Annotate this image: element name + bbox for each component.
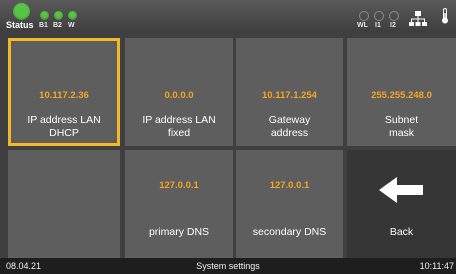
gateway-address-tile[interactable]: 10.117.1.254 Gateway address bbox=[236, 38, 343, 146]
gateway-address-label: Gateway address bbox=[268, 114, 311, 139]
w-label: W bbox=[68, 22, 75, 29]
screen-title: System settings bbox=[196, 261, 260, 271]
ip-lan-dhcp-value: 10.117.2.36 bbox=[39, 90, 89, 101]
secondary-dns-value: 127.0.0.1 bbox=[269, 180, 310, 191]
i1-label: I1 bbox=[375, 22, 381, 29]
empty-tile bbox=[8, 150, 120, 258]
ip-lan-dhcp-label: IP address LAN DHCP bbox=[27, 114, 101, 139]
wl-label: WL bbox=[357, 22, 368, 29]
time-readout: 10:11:47 bbox=[419, 261, 454, 271]
subnet-mask-value: 255.255.248.0 bbox=[371, 90, 432, 101]
b2-led-icon bbox=[54, 11, 63, 20]
wl-led-icon bbox=[359, 11, 369, 21]
subnet-mask-tile[interactable]: 255.255.248.0 Subnet mask bbox=[347, 38, 456, 146]
i1-led-icon bbox=[374, 11, 384, 21]
secondary-dns-label: secondary DNS bbox=[252, 226, 327, 238]
b2-label: B2 bbox=[53, 22, 62, 29]
gateway-address-value: 10.117.1.254 bbox=[262, 90, 317, 101]
settings-grid: 10.117.2.36 IP address LAN DHCP 0.0.0.0 I… bbox=[0, 36, 456, 258]
ip-lan-dhcp-tile[interactable]: 10.117.2.36 IP address LAN DHCP bbox=[8, 38, 120, 146]
secondary-dns-tile[interactable]: 127.0.0.1 secondary DNS bbox=[236, 150, 343, 258]
thermometer-icon bbox=[442, 8, 448, 24]
network-icon bbox=[409, 11, 427, 26]
status-led-icon bbox=[13, 3, 30, 20]
w-led-icon bbox=[68, 11, 77, 20]
i2-led-icon bbox=[389, 11, 399, 21]
ip-lan-fixed-value: 0.0.0.0 bbox=[164, 90, 194, 101]
status-label: Status bbox=[6, 20, 34, 30]
ip-lan-fixed-label: IP address LAN fixed bbox=[142, 114, 216, 139]
arrow-left-icon bbox=[379, 177, 423, 203]
i2-label: I2 bbox=[390, 22, 396, 29]
b1-led-icon bbox=[40, 11, 49, 20]
back-button[interactable]: Back bbox=[347, 150, 456, 258]
primary-dns-label: primary DNS bbox=[148, 226, 210, 238]
subnet-mask-label: Subnet mask bbox=[384, 114, 419, 139]
primary-dns-tile[interactable]: 127.0.0.1 primary DNS bbox=[125, 150, 233, 258]
back-label: Back bbox=[389, 226, 414, 238]
ip-lan-fixed-tile[interactable]: 0.0.0.0 IP address LAN fixed bbox=[125, 38, 233, 146]
b1-label: B1 bbox=[39, 22, 48, 29]
primary-dns-value: 127.0.0.1 bbox=[159, 180, 199, 191]
bottom-bar: 08.04.21 System settings 10:11:47 bbox=[0, 258, 456, 274]
status-bar: Status B1 B2 W WL I1 I2 bbox=[0, 0, 456, 32]
